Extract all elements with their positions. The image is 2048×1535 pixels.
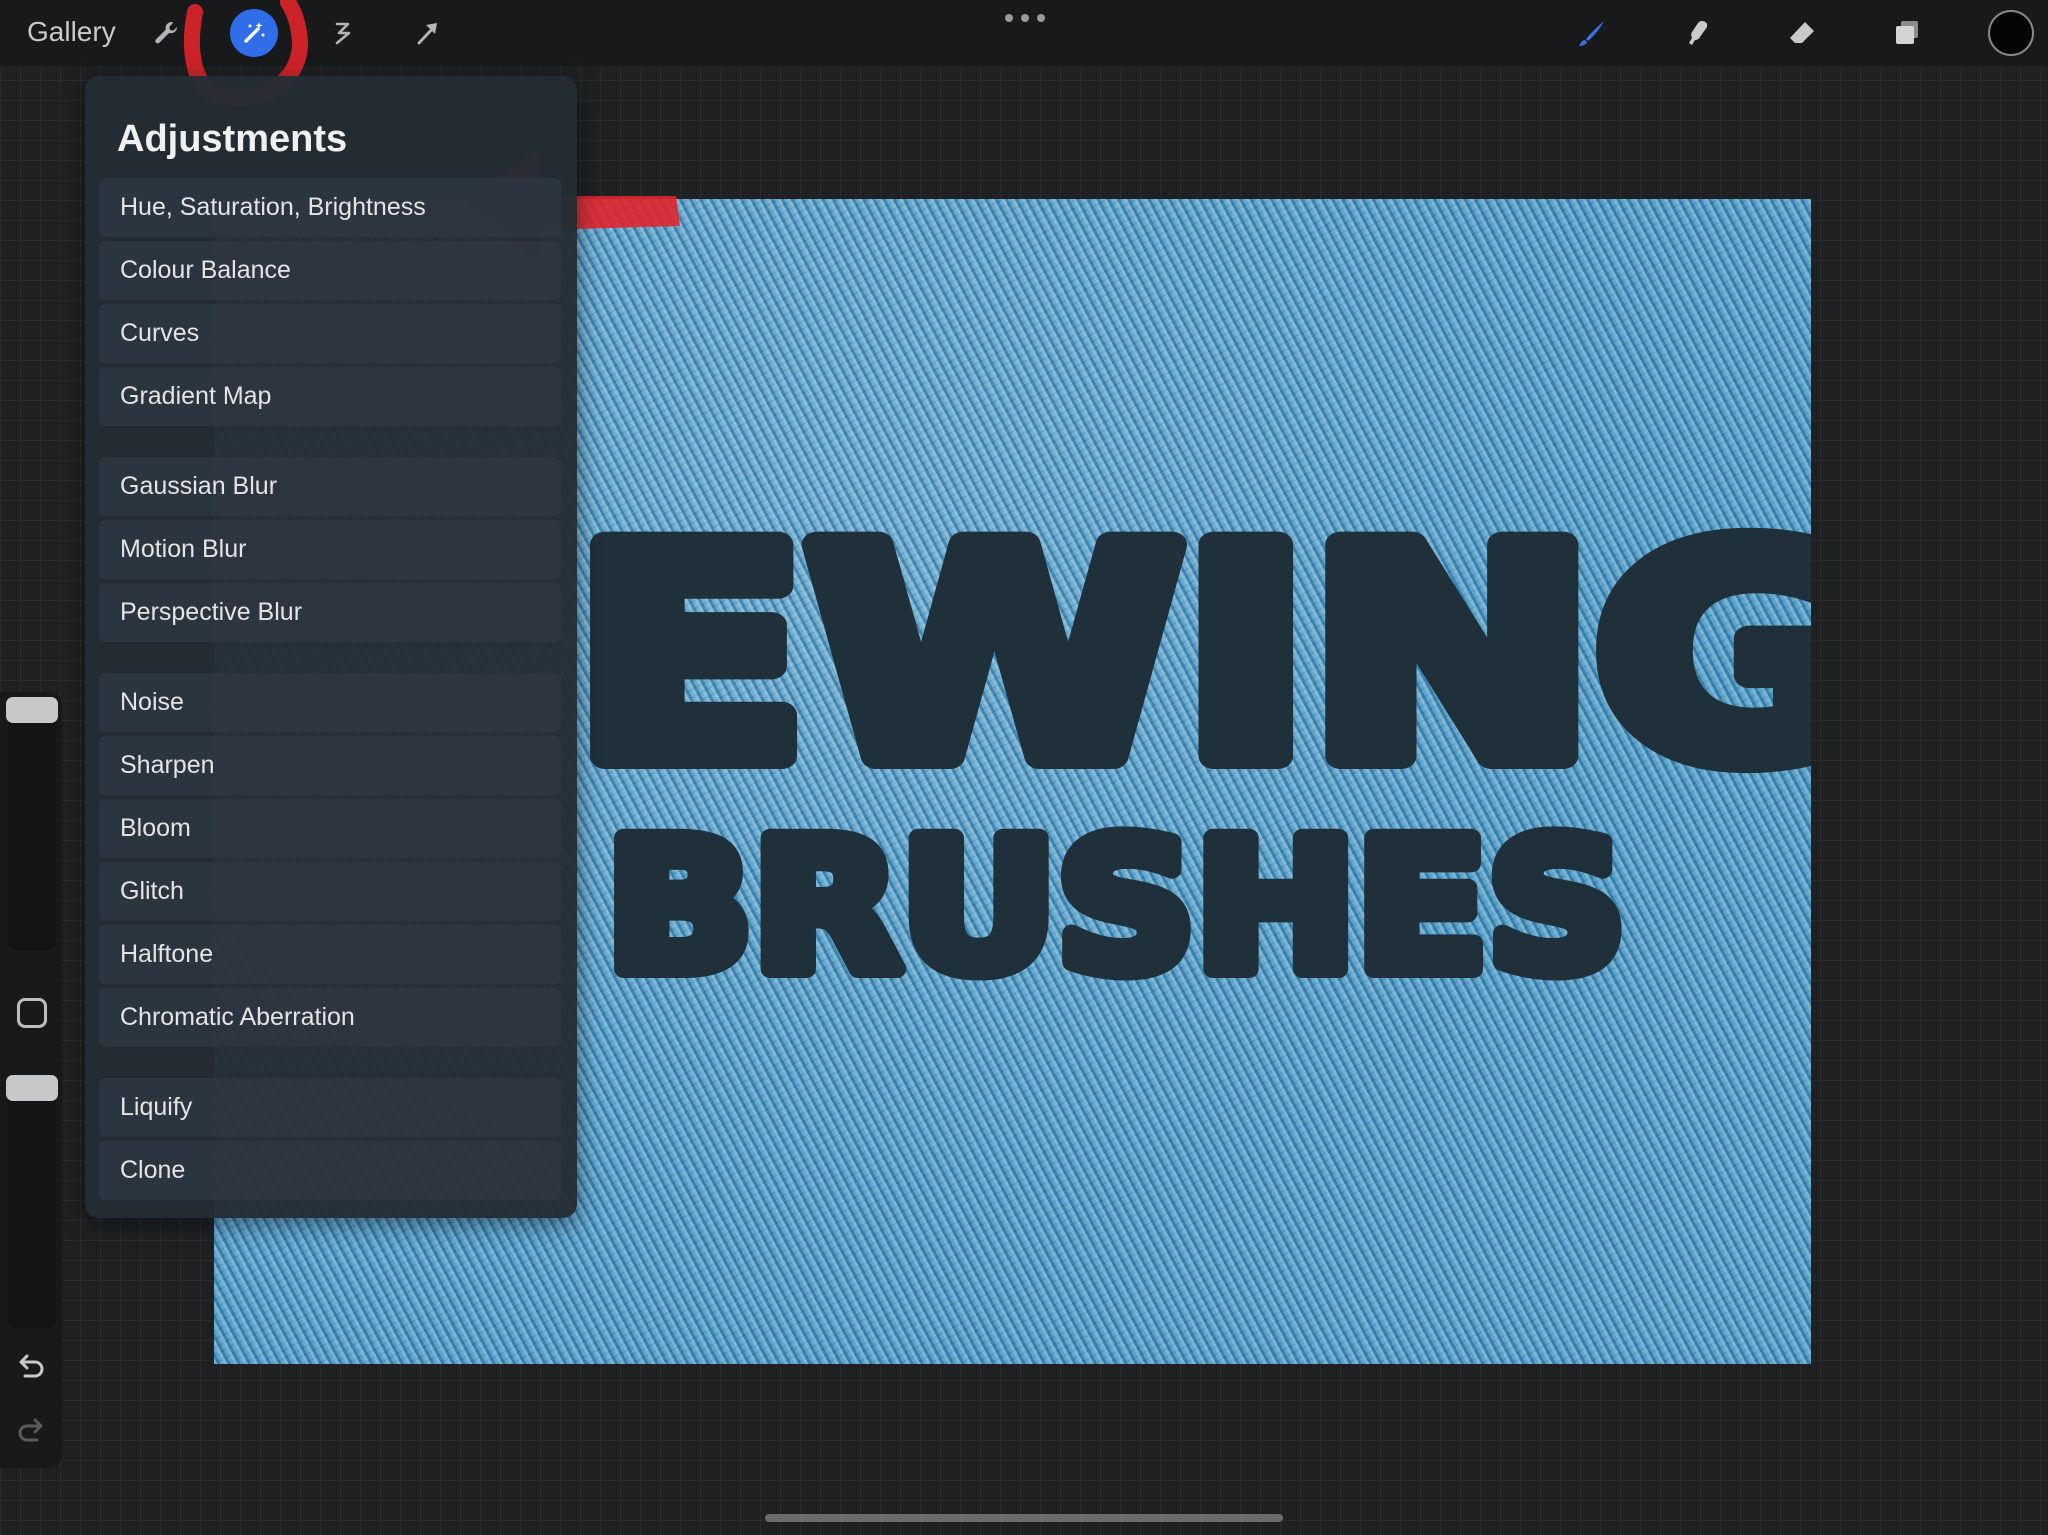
smudge-tool-button[interactable] bbox=[1673, 9, 1721, 57]
brush-size-thumb[interactable] bbox=[6, 697, 58, 723]
menu-item-halftone[interactable]: Halftone bbox=[99, 925, 561, 984]
menu-item-chromatic-aberration[interactable]: Chromatic Aberration bbox=[99, 988, 561, 1047]
adjustments-panel: Adjustments Hue, Saturation, Brightness … bbox=[85, 76, 577, 1218]
menu-item-gradient-map[interactable]: Gradient Map bbox=[99, 367, 561, 426]
adjustments-button[interactable] bbox=[230, 9, 278, 57]
brush-tool-button[interactable] bbox=[1568, 9, 1616, 57]
undo-icon[interactable] bbox=[13, 1350, 49, 1386]
menu-item-motion-blur[interactable]: Motion Blur bbox=[99, 520, 561, 579]
home-indicator bbox=[765, 1514, 1283, 1522]
more-options-icon[interactable] bbox=[1005, 8, 1045, 28]
layers-icon bbox=[1896, 21, 1918, 44]
panel-title: Adjustments bbox=[117, 118, 348, 160]
menu-item-noise[interactable]: Noise bbox=[99, 673, 561, 732]
opacity-slider[interactable] bbox=[8, 1078, 56, 1328]
selection-button[interactable] bbox=[318, 9, 366, 57]
brush-size-slider[interactable] bbox=[8, 700, 56, 950]
menu-item-curves[interactable]: Curves bbox=[99, 304, 561, 363]
menu-item-hue-saturation-brightness[interactable]: Hue, Saturation, Brightness bbox=[99, 178, 561, 237]
menu-item-perspective-blur[interactable]: Perspective Blur bbox=[99, 583, 561, 642]
selection-icon bbox=[335, 22, 351, 45]
magic-wand-icon bbox=[244, 22, 265, 43]
eraser-tool-button[interactable] bbox=[1778, 9, 1826, 57]
actions-button[interactable] bbox=[142, 9, 190, 57]
menu-item-liquify[interactable]: Liquify bbox=[99, 1078, 561, 1137]
opacity-thumb[interactable] bbox=[6, 1075, 58, 1101]
top-toolbar: Gallery bbox=[0, 0, 2048, 66]
menu-item-glitch[interactable]: Glitch bbox=[99, 862, 561, 921]
artwork-line-1: EWING bbox=[574, 488, 1811, 825]
modify-button[interactable] bbox=[17, 998, 47, 1028]
eraser-icon bbox=[1790, 22, 1814, 43]
wrench-icon bbox=[155, 21, 178, 44]
menu-item-colour-balance[interactable]: Colour Balance bbox=[99, 241, 561, 300]
layers-button[interactable] bbox=[1883, 9, 1931, 57]
transform-button[interactable] bbox=[404, 9, 452, 57]
artwork-line-2: BRUSHES bbox=[606, 803, 1626, 1012]
menu-item-bloom[interactable]: Bloom bbox=[99, 799, 561, 858]
brush-icon bbox=[1579, 21, 1604, 46]
color-picker[interactable] bbox=[1988, 10, 2034, 56]
redo-icon[interactable] bbox=[13, 1414, 49, 1450]
menu-item-clone[interactable]: Clone bbox=[99, 1141, 561, 1200]
smudge-icon bbox=[1689, 21, 1708, 45]
menu-item-sharpen[interactable]: Sharpen bbox=[99, 736, 561, 795]
transform-arrow-icon bbox=[417, 23, 437, 45]
menu-item-gaussian-blur[interactable]: Gaussian Blur bbox=[99, 457, 561, 516]
gallery-button[interactable]: Gallery bbox=[27, 16, 116, 48]
